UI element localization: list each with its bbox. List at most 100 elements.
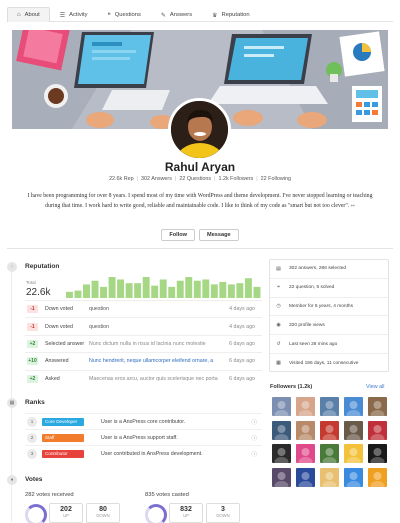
reputation-bar bbox=[108, 277, 116, 298]
points-badge: +2 bbox=[27, 339, 38, 348]
stat-separator: | bbox=[136, 176, 139, 182]
expand-icon[interactable]: ⇔ bbox=[351, 201, 355, 211]
reputation-bar bbox=[168, 286, 176, 298]
follower-avatar[interactable] bbox=[368, 444, 387, 463]
follower-avatar[interactable] bbox=[344, 467, 363, 487]
info-icon[interactable]: ⓘ bbox=[251, 418, 257, 426]
stat-followers: 1.2k Followers bbox=[218, 176, 254, 182]
tab-about[interactable]: ⌂ About bbox=[7, 7, 50, 22]
follower-avatar[interactable] bbox=[320, 397, 339, 416]
ranks-title: Ranks bbox=[25, 399, 45, 406]
follower-avatar[interactable] bbox=[272, 420, 291, 440]
follower-avatar[interactable] bbox=[320, 467, 339, 487]
received-down-box: 80 DOWN bbox=[86, 503, 120, 523]
follower-avatar[interactable] bbox=[344, 397, 363, 416]
stat-answers: 302 Answers bbox=[141, 176, 172, 182]
reputation-ref[interactable]: Nunc dictum nulla in risus id lacinia nu… bbox=[87, 341, 219, 347]
reputation-bar bbox=[219, 281, 227, 298]
reputation-time: 4 days ago bbox=[229, 323, 255, 330]
follower-avatar[interactable] bbox=[272, 444, 291, 463]
ranks-list: 1 Core Developer User is a AnsPress core… bbox=[25, 413, 262, 461]
points-badge: -1 bbox=[27, 322, 38, 331]
follower-avatar[interactable] bbox=[296, 467, 315, 487]
reputation-ref[interactable]: question bbox=[87, 306, 219, 312]
reputation-bar bbox=[176, 280, 184, 298]
reputation-row: +2 Asked Maecenas eros arcu, auctor quis… bbox=[25, 369, 262, 387]
reputation-action: Down voted bbox=[45, 323, 73, 330]
reputation-bar bbox=[134, 283, 142, 298]
casted-down-count: 3 bbox=[221, 506, 225, 513]
reputation-bar bbox=[227, 284, 235, 298]
reputation-time: 6 days ago bbox=[229, 375, 255, 382]
stat-reputation: 22.6k Rep bbox=[109, 176, 134, 182]
reputation-bar bbox=[74, 290, 82, 298]
follower-avatar[interactable] bbox=[272, 397, 291, 416]
answers-icon: ✎ bbox=[160, 12, 166, 19]
votes-icon: ♦ bbox=[7, 475, 17, 485]
history-icon: ↺ bbox=[276, 341, 281, 348]
points-badge: +10 bbox=[27, 357, 38, 366]
reputation-bar bbox=[100, 286, 108, 298]
follower-avatar[interactable] bbox=[296, 444, 315, 463]
clock-icon: ◷ bbox=[276, 303, 281, 310]
reputation-bar bbox=[117, 279, 125, 298]
tab-reputation[interactable]: ♛ Reputation bbox=[202, 7, 259, 22]
reputation-row: +2 Selected answer Nunc dictum nulla in … bbox=[25, 334, 262, 352]
view-all-link[interactable]: View all bbox=[366, 384, 384, 390]
reputation-ref[interactable]: Maecenas eros arcu, auctor quis sceleris… bbox=[87, 376, 219, 382]
reputation-row: +10 Answered Nunc hendrerit, neque ullam… bbox=[25, 352, 262, 369]
stat-following: 22 Following bbox=[260, 176, 291, 182]
reputation-bar bbox=[151, 285, 159, 298]
reputation-bar bbox=[193, 280, 201, 298]
follower-avatar[interactable] bbox=[296, 397, 315, 416]
rank-number: 3 bbox=[27, 448, 37, 459]
stat-separator: | bbox=[256, 176, 258, 182]
reputation-time: 4 days ago bbox=[229, 306, 255, 313]
rank-row: 1 Core Developer User is a AnsPress core… bbox=[25, 413, 262, 429]
stat-row-views: ◉ 320 profile views bbox=[270, 316, 388, 336]
follower-avatar[interactable] bbox=[368, 397, 387, 416]
follower-avatar[interactable] bbox=[368, 420, 387, 440]
avatar[interactable] bbox=[168, 98, 231, 161]
reputation-action: Answered bbox=[45, 358, 69, 365]
tab-questions[interactable]: ❝ Questions bbox=[98, 7, 151, 22]
received-down-count: 80 bbox=[99, 506, 107, 513]
reputation-bar bbox=[185, 277, 193, 298]
activity-icon: ☰ bbox=[59, 12, 66, 19]
follow-button[interactable]: Follow bbox=[161, 229, 196, 241]
rank-badge: Staff bbox=[42, 433, 84, 442]
reputation-ref[interactable]: question bbox=[87, 324, 219, 330]
tab-activity[interactable]: ☰ Activity bbox=[50, 7, 98, 22]
follower-avatar[interactable] bbox=[368, 467, 387, 487]
reputation-bar bbox=[142, 277, 150, 298]
stat-questions: 22 Questions bbox=[179, 176, 212, 182]
reputation-bar bbox=[159, 279, 167, 298]
tab-label: Activity bbox=[69, 12, 88, 18]
follower-avatar[interactable] bbox=[320, 444, 339, 463]
rank-description: User is a AnsPress support staff. bbox=[101, 434, 178, 441]
ranks-icon: ▦ bbox=[7, 398, 17, 408]
reputation-time: 6 days ago bbox=[229, 358, 255, 365]
votes-casted-label: 835 votes casted bbox=[145, 492, 189, 498]
follower-avatar[interactable] bbox=[344, 420, 363, 440]
profile-tabs: ⌂ About ☰ Activity ❝ Questions ✎ Answers ♛ Re… bbox=[7, 7, 393, 22]
follower-avatar[interactable] bbox=[296, 420, 315, 440]
followers-title: Followers (1.2k) bbox=[270, 384, 313, 390]
info-icon[interactable]: ⓘ bbox=[251, 434, 257, 442]
follower-avatar[interactable] bbox=[272, 467, 291, 487]
rank-badge: Core Developer bbox=[42, 417, 84, 426]
message-button[interactable]: Message bbox=[199, 229, 239, 241]
eye-icon: ◉ bbox=[276, 322, 281, 329]
info-icon[interactable]: ⓘ bbox=[251, 450, 257, 458]
points-badge: -1 bbox=[27, 305, 38, 314]
reputation-action: Asked bbox=[45, 375, 60, 382]
tab-answers[interactable]: ✎ Answers bbox=[151, 7, 202, 22]
reputation-ref[interactable]: Nunc hendrerit, neque ullamcorper eleife… bbox=[87, 358, 219, 364]
stat-separator: | bbox=[214, 176, 216, 182]
follower-avatar[interactable] bbox=[320, 420, 339, 440]
stat-text: 320 profile views bbox=[289, 322, 325, 328]
reputation-bar bbox=[66, 291, 73, 298]
casted-up-count: 832 bbox=[180, 506, 192, 513]
followers-grid bbox=[272, 397, 388, 487]
follower-avatar[interactable] bbox=[344, 444, 363, 463]
